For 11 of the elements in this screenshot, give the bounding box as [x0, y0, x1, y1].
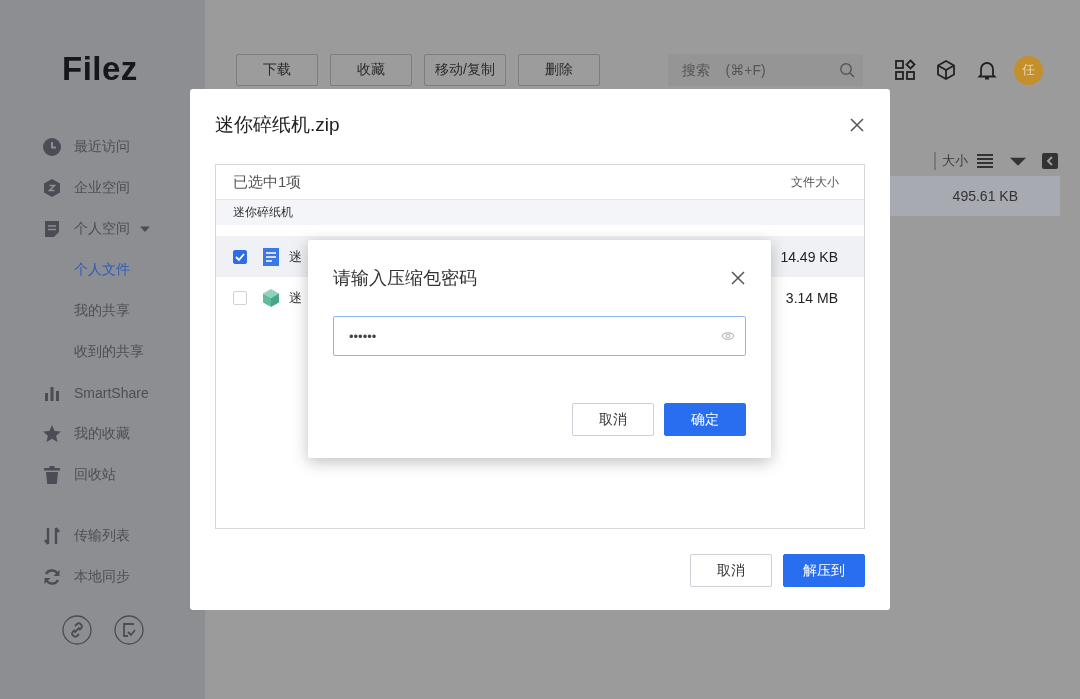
- logo: Filez: [62, 50, 138, 88]
- dialog-title: 请输入压缩包密码: [333, 267, 477, 290]
- file-name: 迷: [289, 288, 302, 307]
- selection-count: 已选中1项: [233, 172, 302, 192]
- file-size: 14.49 KB: [780, 248, 838, 265]
- file-size: 495.61 KB: [952, 188, 1018, 204]
- column-header: 文件大小: [791, 173, 839, 191]
- file-name: 迷: [289, 247, 302, 266]
- dialog-title: 迷你碎纸机.zip: [215, 113, 340, 137]
- file-size: 3.14 MB: [785, 289, 838, 306]
- folder-path: 迷你碎纸机: [216, 200, 864, 225]
